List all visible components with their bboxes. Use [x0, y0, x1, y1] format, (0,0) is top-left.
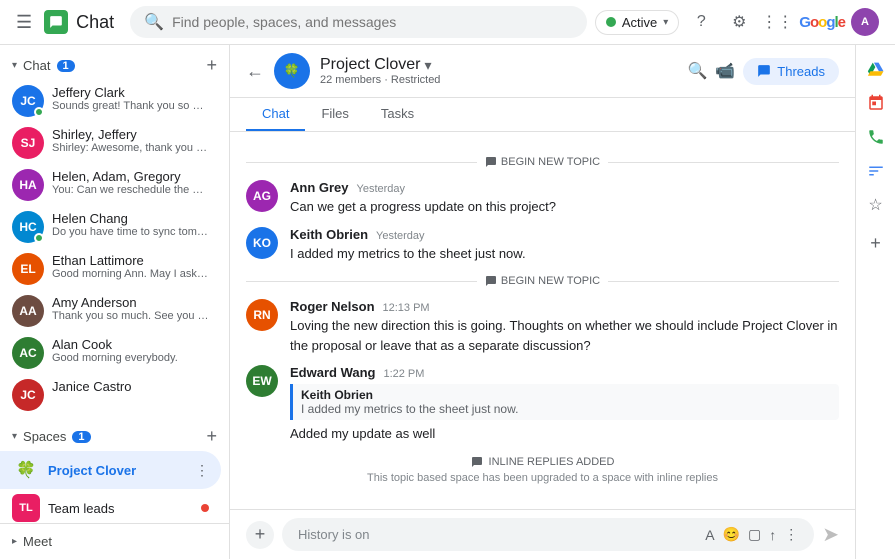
chat-list-item[interactable]: JC Jeffery Clark Sounds great! Thank you… — [0, 80, 221, 122]
space-header: ← 🍀 Project Clover ▾ 22 members · Restri… — [230, 45, 855, 98]
spaces-badge: 1 — [72, 431, 90, 443]
meet-section: ▸ Meet — [0, 523, 229, 559]
tab-files[interactable]: Files — [305, 98, 364, 131]
space-name: Project Clover — [320, 56, 420, 74]
add-space-icon[interactable]: + — [206, 426, 217, 447]
message-item: EW Edward Wang 1:22 PM Keith Obrien I ad… — [246, 365, 839, 444]
spaces-list-item[interactable]: TL Team leads — [0, 489, 221, 523]
profile-avatar[interactable]: A — [851, 8, 879, 36]
chat-list-item[interactable]: HC Helen Chang Do you have time to sync … — [0, 206, 221, 248]
tab-bar: Chat Files Tasks — [230, 98, 855, 132]
hamburger-icon[interactable]: ☰ — [12, 8, 36, 37]
chat-list-item[interactable]: JC Janice Castro — [0, 374, 221, 416]
app-logo — [44, 10, 68, 34]
settings-icon[interactable]: ⚙ — [723, 6, 755, 38]
spaces-list: 🍀 Project Clover ⋮ TL Team leads M Marke… — [0, 451, 229, 523]
apps-grid-icon[interactable]: ⋮⋮ — [761, 6, 793, 38]
send-button[interactable]: ➤ — [822, 522, 839, 547]
emoji-icon[interactable]: 😊 — [723, 526, 740, 543]
chat-list-item[interactable]: SJ Shirley, Jeffery Shirley: Awesome, th… — [0, 122, 221, 164]
message-input-field[interactable]: History is on A 😊 ▢ ↑ ⋮ — [282, 518, 814, 551]
message-item: RN Roger Nelson 12:13 PM Loving the new … — [246, 299, 839, 355]
spaces-list-item[interactable]: 🍀 Project Clover ⋮ — [0, 451, 221, 489]
spaces-section-label[interactable]: Spaces — [23, 429, 66, 444]
meet-label[interactable]: Meet — [23, 534, 52, 549]
threads-button[interactable]: Threads — [743, 58, 839, 85]
status-dot — [606, 17, 616, 27]
video-call-icon[interactable]: 📹 — [715, 61, 735, 81]
topic-divider: BEGIN NEW TOPIC — [246, 156, 839, 168]
chat-list-item[interactable]: AA Amy Anderson Thank you so much. See y… — [0, 290, 221, 332]
inline-replies-divider: INLINE REPLIES ADDED This topic based sp… — [246, 456, 839, 484]
app-title: Chat — [76, 12, 114, 33]
spaces-section-header: ▾ Spaces 1 + — [0, 416, 229, 451]
attach-file-icon[interactable]: ▢ — [748, 526, 761, 543]
message-item: KO Keith Obrien Yesterday I added my met… — [246, 227, 839, 264]
chat-list-item[interactable]: AC Alan Cook Good morning everybody. — [0, 332, 221, 374]
google-logo: Google — [799, 14, 845, 31]
more-options-icon[interactable]: ⋮ — [784, 526, 798, 543]
chat-section-label[interactable]: Chat — [23, 58, 50, 73]
active-status-button[interactable]: Active ▾ — [595, 10, 679, 35]
space-members: 22 members · Restricted — [320, 74, 440, 86]
search-input[interactable] — [172, 14, 573, 30]
topic-divider: BEGIN NEW TOPIC — [246, 275, 839, 287]
main-content: ← 🍀 Project Clover ▾ 22 members · Restri… — [230, 45, 855, 559]
left-sidebar: ▾ Chat 1 + JC Jeffery Clark Sounds great… — [0, 45, 230, 559]
phone-icon[interactable] — [860, 121, 892, 153]
right-panel: ☆ + — [855, 45, 895, 559]
space-avatar: 🍀 — [274, 53, 310, 89]
chat-section-header: ▾ Chat 1 + — [0, 45, 229, 80]
search-bar[interactable]: 🔍 — [130, 6, 587, 38]
star-icon[interactable]: ☆ — [860, 189, 892, 221]
space-dropdown-icon[interactable]: ▾ — [424, 57, 431, 74]
help-icon[interactable]: ? — [685, 6, 717, 38]
upload-icon[interactable]: ↑ — [769, 527, 776, 543]
chevron-down-icon: ▾ — [12, 431, 17, 442]
messages-area: BEGIN NEW TOPIC AG Ann Grey Yesterday Ca… — [230, 132, 855, 509]
chat-list-item[interactable]: EL Ethan Lattimore Good morning Ann. May… — [0, 248, 221, 290]
add-attachment-button[interactable]: + — [246, 521, 274, 549]
add-chat-icon[interactable]: + — [206, 55, 217, 76]
chevron-down-icon: ▾ — [12, 60, 17, 71]
search-icon: 🔍 — [144, 12, 164, 32]
input-placeholder: History is on — [298, 527, 370, 542]
threads-label: Threads — [777, 64, 825, 79]
chat-list: JC Jeffery Clark Sounds great! Thank you… — [0, 80, 229, 416]
format-text-icon[interactable]: A — [705, 527, 714, 543]
add-addon-icon[interactable]: + — [860, 227, 892, 259]
back-button[interactable]: ← — [246, 61, 264, 82]
search-in-space-icon[interactable]: 🔍 — [687, 61, 707, 81]
calendar-icon[interactable] — [860, 87, 892, 119]
chevron-down-icon: ▾ — [663, 17, 668, 28]
input-bar: + History is on A 😊 ▢ ↑ ⋮ ➤ — [230, 509, 855, 559]
message-item: AG Ann Grey Yesterday Can we get a progr… — [246, 180, 839, 217]
chat-list-item[interactable]: HA Helen, Adam, Gregory You: Can we resc… — [0, 164, 221, 206]
tab-tasks[interactable]: Tasks — [365, 98, 430, 131]
chevron-right-icon: ▸ — [12, 536, 17, 547]
tasks-icon[interactable] — [860, 155, 892, 187]
tab-chat[interactable]: Chat — [246, 98, 305, 131]
global-topbar: ☰ Chat 🔍 Active ▾ ? ⚙ ⋮⋮ Google — [0, 0, 895, 45]
drive-icon[interactable] — [860, 53, 892, 85]
active-label: Active — [622, 15, 657, 30]
chat-badge: 1 — [57, 60, 75, 72]
